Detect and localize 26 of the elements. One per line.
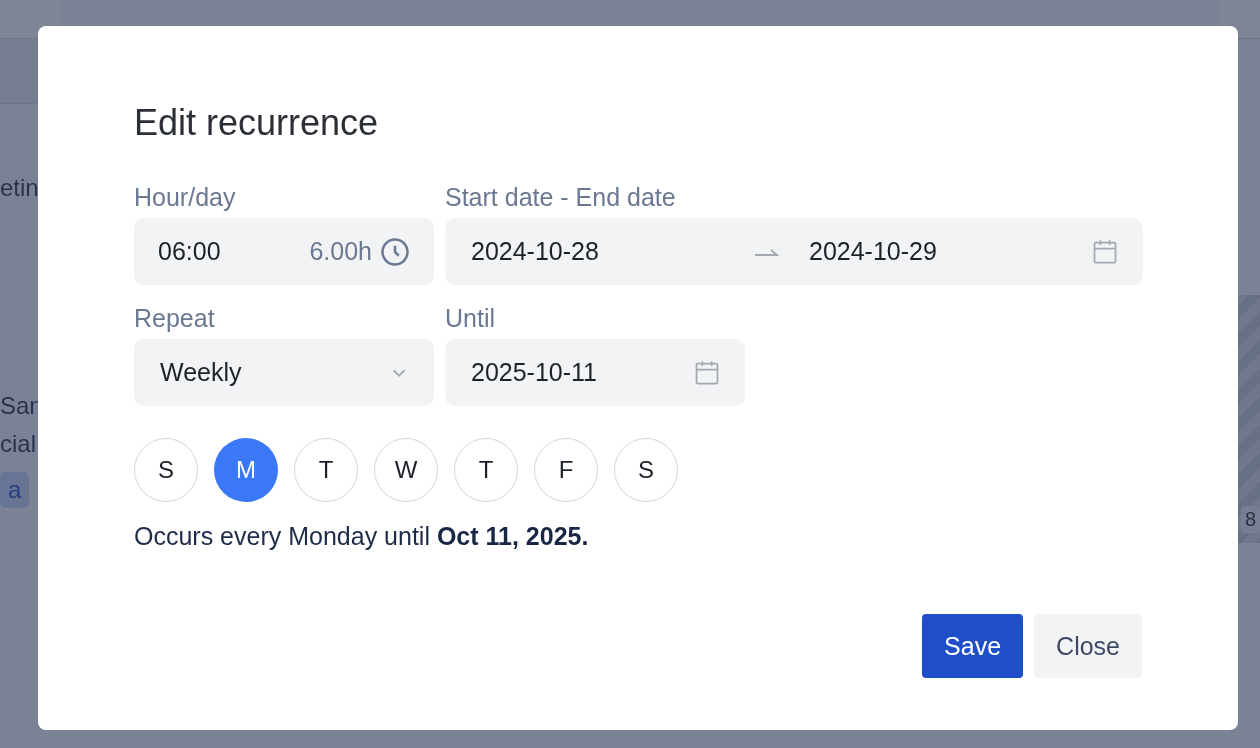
field-label: Start date - End date bbox=[445, 182, 676, 213]
date-range-field[interactable]: 2024-10-28 2024-10-29 bbox=[445, 218, 1143, 285]
field-label: Hour/day bbox=[134, 182, 236, 213]
calendar-icon[interactable] bbox=[1091, 237, 1119, 266]
until-date-field[interactable]: 2025-10-11 bbox=[445, 339, 745, 406]
day-toggle[interactable]: S bbox=[134, 438, 198, 502]
label-text: etin bbox=[0, 174, 40, 202]
label-text: cial bbox=[0, 430, 37, 458]
time-field[interactable]: 06:00 6.00h bbox=[134, 218, 434, 285]
day-toggle[interactable]: M bbox=[214, 438, 278, 502]
day-toggle[interactable]: S bbox=[614, 438, 678, 502]
calendar-icon[interactable] bbox=[693, 358, 721, 387]
recurrence-summary: Occurs every Monday until Oct 11, 2025. bbox=[134, 522, 589, 551]
close-button[interactable]: Close bbox=[1034, 614, 1142, 678]
clock-icon bbox=[380, 236, 410, 267]
field-label: Repeat bbox=[134, 303, 215, 334]
tag: a bbox=[0, 472, 30, 508]
repeat-select[interactable]: Weekly bbox=[134, 339, 434, 406]
field-label: Until bbox=[445, 303, 495, 334]
day-toggle[interactable]: T bbox=[294, 438, 358, 502]
tag: 8 bbox=[1240, 506, 1260, 533]
save-button[interactable]: Save bbox=[922, 614, 1024, 678]
day-toggle[interactable]: W bbox=[374, 438, 438, 502]
day-toggle[interactable]: F bbox=[534, 438, 598, 502]
day-toggle[interactable]: T bbox=[454, 438, 518, 502]
dialog-title: Edit recurrence bbox=[134, 102, 379, 144]
